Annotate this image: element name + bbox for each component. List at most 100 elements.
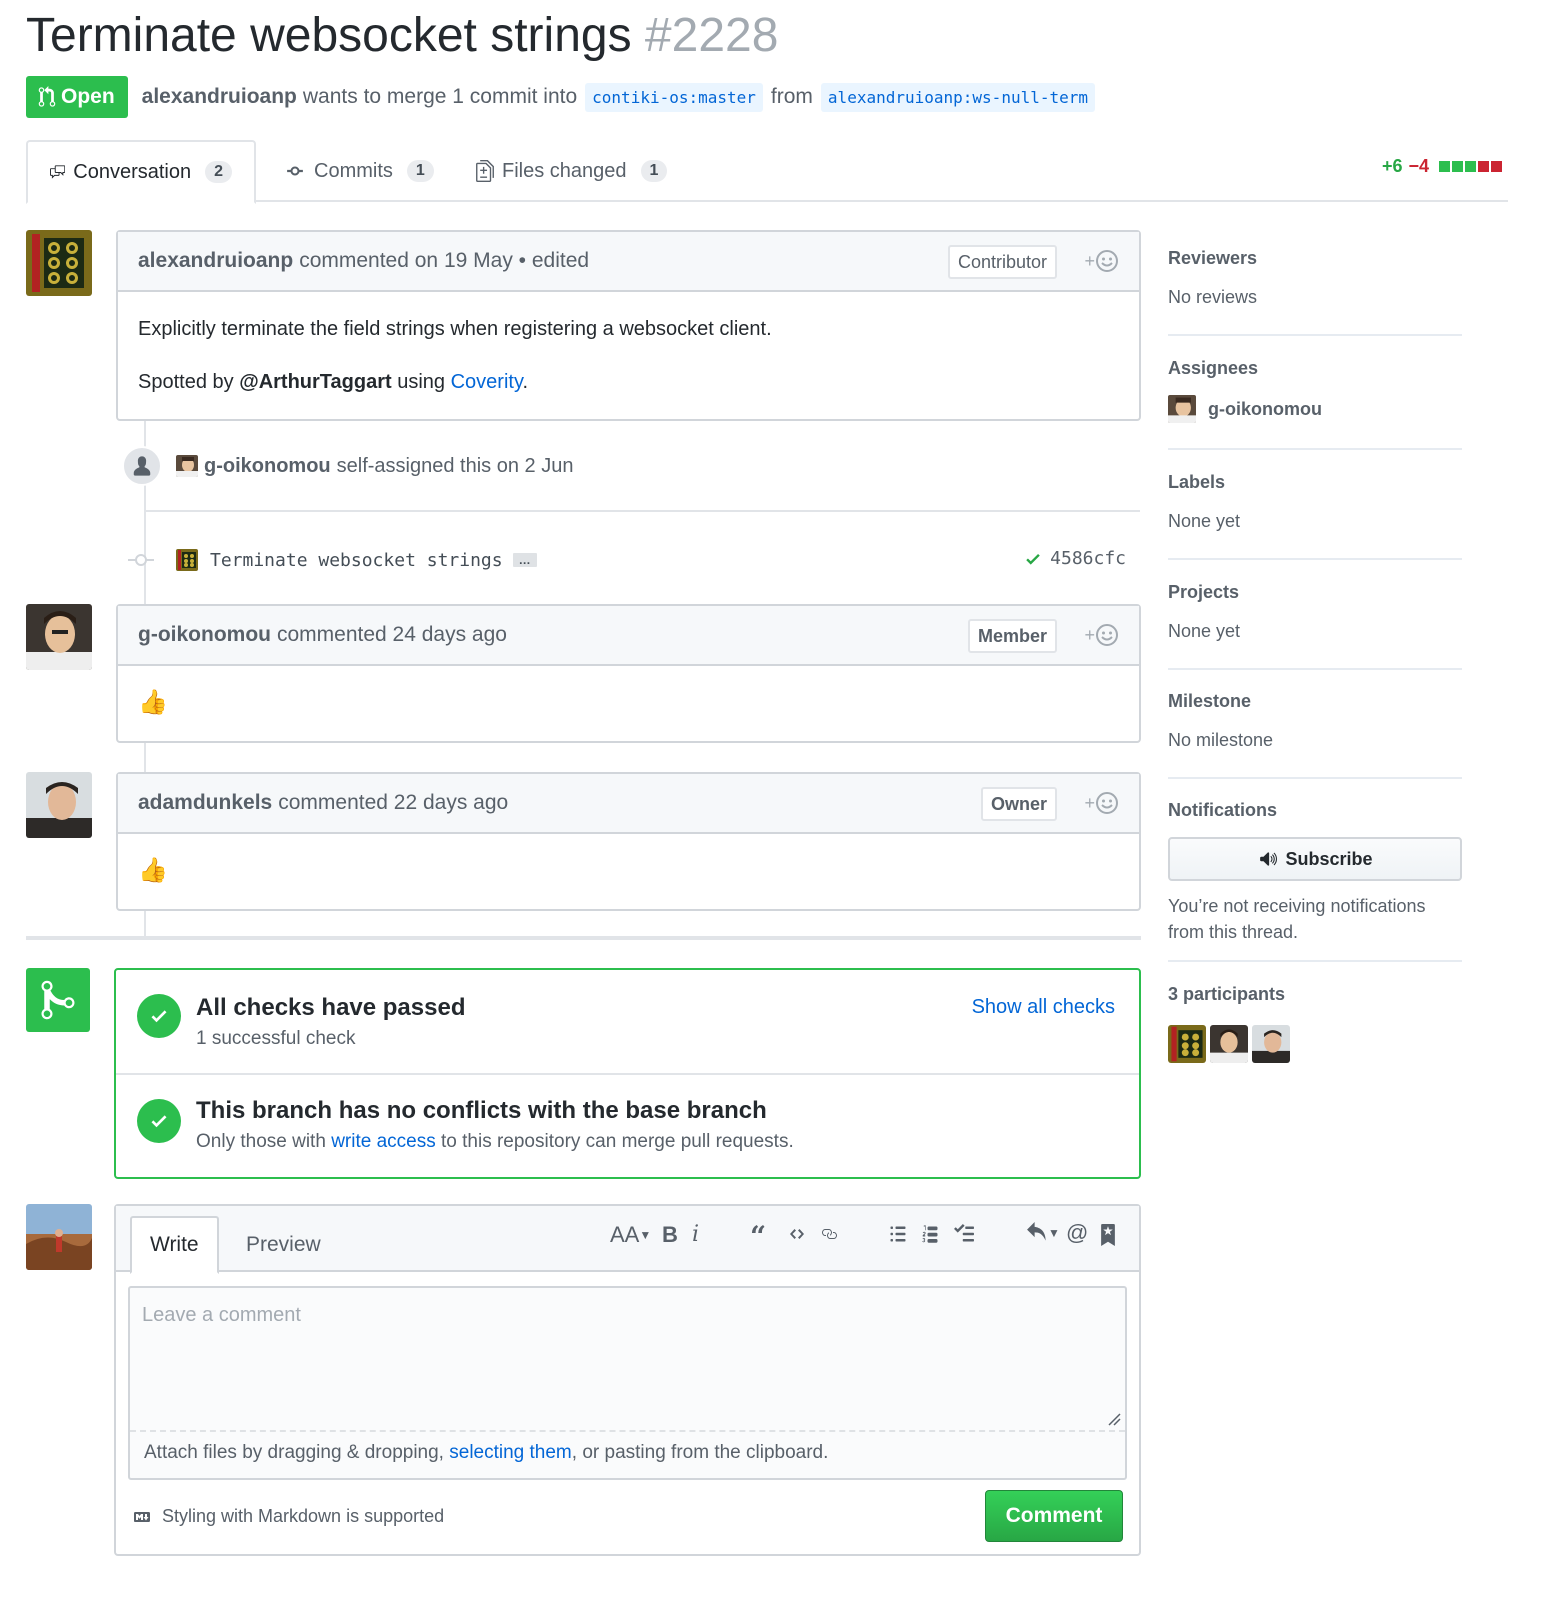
unmute-icon <box>1260 852 1278 866</box>
tab-write[interactable]: Write <box>130 1216 219 1274</box>
check-circle-icon <box>137 994 181 1038</box>
avatar-adamdunkels[interactable] <box>26 772 92 838</box>
mini-avatar-alexandruioanp[interactable] <box>176 549 198 571</box>
comment-author[interactable]: alexandruioanp <box>138 249 293 273</box>
file-attach-zone[interactable]: Attach files by dragging & dropping, sel… <box>130 1430 1125 1478</box>
user-mention-link[interactable]: @ArthurTaggart <box>239 371 391 393</box>
coverity-link[interactable]: Coverity <box>451 371 523 393</box>
assign-user-link[interactable]: g-oikonomou <box>204 455 331 478</box>
sidebar-milestone: Milestone No milestone <box>1168 691 1462 779</box>
comment-meta: commented on 19 May • edited <box>299 249 590 272</box>
avatar-g-oikonomou[interactable] <box>26 604 92 670</box>
task-list-icon[interactable] <box>952 1224 976 1244</box>
numbered-list-icon[interactable] <box>920 1224 940 1244</box>
assignee-item[interactable]: g-oikonomou <box>1168 395 1462 423</box>
diffstat-block <box>1452 161 1463 172</box>
projects-heading[interactable]: Projects <box>1168 582 1462 603</box>
comment-1: alexandruioanp commented on 19 May • edi… <box>116 230 1141 421</box>
resize-handle-icon[interactable] <box>1107 1412 1121 1426</box>
labels-value: None yet <box>1168 511 1241 531</box>
smiley-icon <box>1096 792 1118 814</box>
select-files-link[interactable]: selecting them <box>449 1442 572 1463</box>
check-icon[interactable] <box>1024 550 1042 568</box>
comment-header: alexandruioanp commented on 19 May • edi… <box>118 232 1139 292</box>
avatar-alexandruioanp[interactable] <box>26 230 92 296</box>
quote-icon[interactable]: “ <box>750 1220 766 1253</box>
reviewers-heading[interactable]: Reviewers <box>1168 248 1462 269</box>
assignees-heading[interactable]: Assignees <box>1168 358 1462 379</box>
write-access-link[interactable]: write access <box>331 1131 436 1152</box>
comment-text: Explicitly terminate the field strings w… <box>138 318 772 340</box>
markdown-icon[interactable] <box>130 1509 154 1525</box>
spotted-mid: using <box>397 371 446 393</box>
sidebar-reviewers: Reviewers No reviews <box>1168 248 1462 336</box>
merge-box: All checks have passed 1 successful chec… <box>114 968 1141 1179</box>
add-reaction-button[interactable]: + <box>1084 249 1119 273</box>
commit-expand-button[interactable]: … <box>512 553 537 567</box>
checks-section: All checks have passed 1 successful chec… <box>116 970 1139 1075</box>
participant-avatar-alexandruioanp[interactable] <box>1168 1025 1206 1063</box>
conflicts-title: This branch has no conflicts with the ba… <box>196 1097 767 1124</box>
labels-heading[interactable]: Labels <box>1168 472 1462 493</box>
bookmark-icon[interactable] <box>1100 1224 1116 1246</box>
base-branch[interactable]: contiki-os:master <box>585 82 763 112</box>
link-icon[interactable] <box>818 1226 840 1242</box>
attach-prefix: Attach files by dragging & dropping, <box>144 1442 444 1463</box>
mention-icon[interactable]: @ <box>1066 1220 1088 1246</box>
check-circle-icon <box>137 1099 181 1143</box>
comment-discussion-icon <box>50 165 66 179</box>
tab-conversation-label: Conversation <box>73 160 192 183</box>
tab-commits[interactable]: Commits 1 <box>262 140 456 202</box>
spotted-end: . <box>522 371 529 393</box>
diffstat-block <box>1491 161 1502 172</box>
participant-avatar-adamdunkels[interactable] <box>1252 1025 1290 1063</box>
projects-value: None yet <box>1168 621 1241 641</box>
comment-author[interactable]: g-oikonomou <box>138 623 271 647</box>
add-reaction-button[interactable]: + <box>1084 623 1119 647</box>
bold-icon[interactable]: B <box>662 1222 678 1248</box>
comment-textarea[interactable]: Leave a comment Attach files by dragging… <box>128 1286 1127 1480</box>
participant-avatar-g-oikonomou[interactable] <box>1210 1025 1248 1063</box>
comment-header: adamdunkels commented 22 days ago Owner … <box>118 774 1139 834</box>
subscribe-button[interactable]: Subscribe <box>1168 837 1462 881</box>
comment-author[interactable]: adamdunkels <box>138 791 272 815</box>
italic-icon[interactable]: i <box>692 1222 699 1247</box>
state-label: Open <box>61 85 115 108</box>
code-icon[interactable] <box>786 1226 808 1242</box>
show-all-checks-link[interactable]: Show all checks <box>972 996 1115 1019</box>
tab-conversation[interactable]: Conversation 2 <box>26 140 256 204</box>
merge-status-badge <box>26 968 90 1032</box>
checks-subtitle: 1 successful check <box>196 1028 356 1049</box>
mini-avatar-g-oikonomou[interactable] <box>176 455 198 477</box>
pr-meta: Open alexandruioanp wants to merge 1 com… <box>26 76 1103 118</box>
avatar-current-user[interactable] <box>26 1204 92 1270</box>
comment-submit-button[interactable]: Comment <box>985 1490 1123 1542</box>
commit-sha-link[interactable]: 4586cfc <box>1050 548 1126 569</box>
pull-request-icon <box>38 86 56 107</box>
tab-preview[interactable]: Preview <box>228 1216 339 1274</box>
sidebar-notifications: Notifications Subscribe You’re not recei… <box>1168 800 1462 962</box>
comment-2: g-oikonomou commented 24 days ago Member… <box>116 604 1141 743</box>
reply-icon[interactable]: ▼ <box>1024 1222 1060 1244</box>
milestone-heading[interactable]: Milestone <box>1168 691 1462 712</box>
text-size-icon[interactable]: AA ▼ <box>610 1222 651 1248</box>
commit-message-link[interactable]: Terminate websocket strings <box>210 550 503 571</box>
pr-title-heading: Terminate websocket strings #2228 <box>26 8 778 63</box>
diffstat-deletions: −4 <box>1408 156 1429 176</box>
file-diff-icon <box>476 160 494 182</box>
spotted-prefix: Spotted by <box>138 371 234 393</box>
bullet-list-icon[interactable] <box>888 1224 908 1244</box>
pr-author-link[interactable]: alexandruioanp <box>142 85 297 109</box>
sidebar-assignees: Assignees g-oikonomou <box>1168 358 1462 450</box>
add-reaction-button[interactable]: + <box>1084 791 1119 815</box>
sidebar-participants: 3 participants <box>1168 984 1462 1084</box>
head-branch[interactable]: alexandruioanp:ws-null-term <box>820 82 1096 112</box>
tab-files-changed[interactable]: Files changed 1 <box>454 140 689 202</box>
thumbs-up-emoji: 👍 <box>138 857 168 884</box>
notifications-heading: Notifications <box>1168 800 1278 820</box>
timeline-end-divider <box>26 936 1141 940</box>
person-icon-badge <box>122 446 162 486</box>
diffstat-block <box>1478 161 1489 172</box>
diffstat-additions: +6 <box>1381 156 1403 176</box>
comment-body: 👍 <box>118 834 1139 905</box>
